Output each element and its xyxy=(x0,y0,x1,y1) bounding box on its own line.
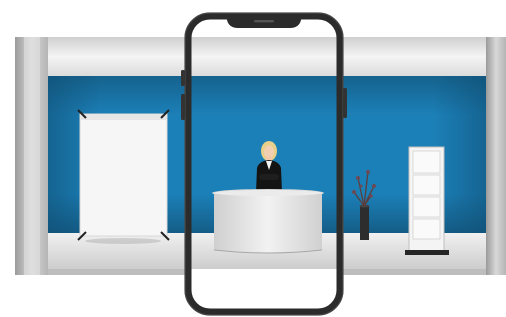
reception-desk-icon xyxy=(212,189,324,254)
poster-stand-icon xyxy=(77,109,170,244)
exhibition-booth-illustration xyxy=(15,12,506,316)
display-shelf-icon xyxy=(405,146,449,255)
phone-screen xyxy=(185,269,343,315)
